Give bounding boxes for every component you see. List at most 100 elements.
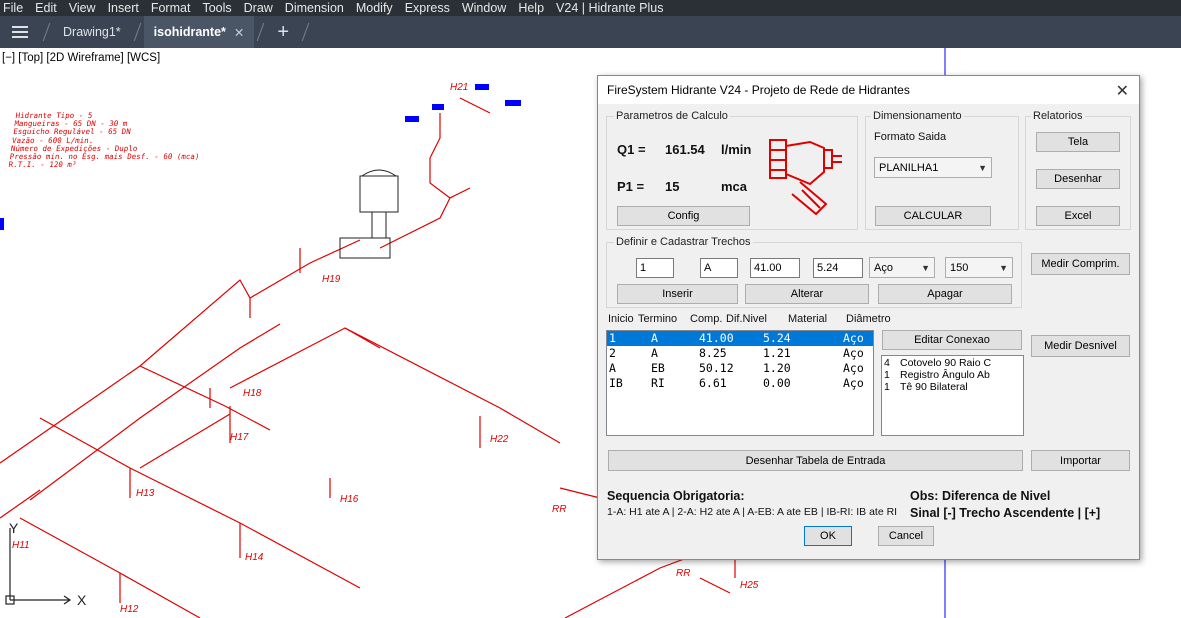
p1-value: 15 xyxy=(665,179,680,194)
menu-modify[interactable]: Modify xyxy=(350,0,399,16)
node-label-h19: H19 xyxy=(322,274,341,285)
menu-express[interactable]: Express xyxy=(399,0,456,16)
config-button[interactable]: Config xyxy=(617,206,750,226)
dialog-title: FireSystem Hidrante V24 - Projeto de Red… xyxy=(607,83,910,97)
measure-length-button[interactable]: Medir Comprim. xyxy=(1031,253,1130,275)
dialog-title-bar[interactable]: FireSystem Hidrante V24 - Projeto de Red… xyxy=(598,76,1139,104)
col-header-termino: Termino xyxy=(638,313,678,325)
table-row[interactable]: IB RI 6.61 0.00 Aço xyxy=(607,376,873,391)
node-label-h13: H13 xyxy=(136,488,155,499)
close-tab-icon[interactable]: ✕ xyxy=(234,25,244,40)
tab-label: isohidrante* xyxy=(153,25,226,39)
diameter-value: 150 xyxy=(950,261,969,274)
hidrante-dialog: FireSystem Hidrante V24 - Projeto de Red… xyxy=(597,75,1140,560)
material-select[interactable]: Aço ▼ xyxy=(869,257,935,278)
q1-label: Q1 = xyxy=(617,142,646,157)
node-label-h12: H12 xyxy=(120,604,139,615)
list-item[interactable]: 1 Tê 90 Bilateral xyxy=(882,381,1023,393)
menu-draw[interactable]: Draw xyxy=(238,0,279,16)
document-tab-bar: Drawing1* isohidrante* ✕ + xyxy=(0,16,1181,48)
connections-list[interactable]: 4 Cotovelo 90 Raio C 1 Registro Ângulo Ab … xyxy=(881,355,1024,436)
connection-name: Tê 90 Bilateral xyxy=(900,381,968,393)
table-row[interactable]: 1 A 41.00 5.24 Aço xyxy=(607,331,873,346)
output-format-value: PLANILHA1 xyxy=(879,161,939,174)
table-row[interactable]: 2 A 8.25 1.21 Aço xyxy=(607,346,873,361)
reports-label: Relatorios xyxy=(1031,110,1085,122)
draw-input-table-button[interactable]: Desenhar Tabela de Entrada xyxy=(608,450,1023,471)
cell-material: Aço xyxy=(843,361,864,375)
node-label-h18: H18 xyxy=(243,388,262,399)
menu-insert[interactable]: Insert xyxy=(102,0,145,16)
cell-dif: 1.21 xyxy=(763,346,791,360)
new-tab-button[interactable]: + xyxy=(267,16,299,48)
insert-button[interactable]: Inserir xyxy=(617,284,738,304)
edit-connection-button[interactable]: Editar Conexao xyxy=(882,330,1022,350)
tab-drawing1[interactable]: Drawing1* xyxy=(53,16,131,48)
cell-inicio: A xyxy=(609,361,616,375)
tab-isohidrante[interactable]: isohidrante* ✕ xyxy=(143,16,255,48)
note-line: R.T.I. - 120 m³ xyxy=(7,160,77,170)
cell-termino: A xyxy=(651,346,658,360)
hydrant-spec-notes: Hidrante Tipo - 5 Mangueiras - 65 DN - 3… xyxy=(7,111,206,170)
col-header-comp: Comp. xyxy=(690,313,723,325)
tab-divider xyxy=(42,23,51,41)
menu-view[interactable]: View xyxy=(63,0,102,16)
report-screen-button[interactable]: Tela xyxy=(1036,132,1120,152)
menu-help[interactable]: Help xyxy=(512,0,550,16)
node-label-rr: RR xyxy=(676,568,691,579)
start-node-input[interactable]: 1 xyxy=(636,258,674,278)
ucs-x-label: X xyxy=(77,592,87,608)
hamburger-menu-icon[interactable] xyxy=(0,16,40,48)
cell-comp: 8.25 xyxy=(699,346,727,360)
table-row[interactable]: A EB 50.12 1.20 Aço xyxy=(607,361,873,376)
node-label-h22: H22 xyxy=(490,434,509,445)
cell-termino: EB xyxy=(651,361,665,375)
chevron-down-icon: ▼ xyxy=(921,262,930,273)
menu-format[interactable]: Format xyxy=(145,0,197,16)
output-format-select[interactable]: PLANILHA1 ▼ xyxy=(874,157,992,178)
measure-level-button[interactable]: Medir Desnivel xyxy=(1031,335,1130,357)
menu-dimension[interactable]: Dimension xyxy=(279,0,350,16)
list-item[interactable]: 1 Registro Ângulo Ab xyxy=(882,369,1023,381)
connection-qty: 1 xyxy=(884,381,890,393)
p1-label: P1 = xyxy=(617,179,645,194)
tab-label: Drawing1* xyxy=(63,25,121,39)
import-button[interactable]: Importar xyxy=(1031,450,1130,471)
report-draw-button[interactable]: Desenhar xyxy=(1036,169,1120,189)
length-input[interactable]: 41.00 xyxy=(750,258,800,278)
level-diff-input[interactable]: 5.24 xyxy=(813,258,863,278)
viewport-controls-label[interactable]: [−] [Top] [2D Wireframe] [WCS] xyxy=(2,52,160,64)
report-excel-button[interactable]: Excel xyxy=(1036,206,1120,226)
menu-tools[interactable]: Tools xyxy=(196,0,237,16)
diameter-select[interactable]: 150 ▼ xyxy=(945,257,1013,278)
connection-name: Cotovelo 90 Raio C xyxy=(900,357,992,369)
menu-hidrante-plus[interactable]: V24 | Hidrante Plus xyxy=(550,0,669,16)
menu-file[interactable]: File xyxy=(0,0,29,16)
cell-comp: 41.00 xyxy=(699,331,734,345)
calc-params-label: Parametros de Calculo xyxy=(614,110,730,122)
cell-dif: 1.20 xyxy=(763,361,791,375)
cell-dif: 0.00 xyxy=(763,376,791,390)
tab-divider xyxy=(257,23,265,41)
sections-list[interactable]: 1 A 41.00 5.24 Aço 2 A 8.25 1.21 Aço A E… xyxy=(606,330,874,436)
ok-button[interactable]: OK xyxy=(804,526,852,546)
calculate-button[interactable]: CALCULAR xyxy=(875,206,991,226)
define-sections-label: Definir e Cadastrar Trechos xyxy=(614,236,753,248)
menu-window[interactable]: Window xyxy=(456,0,512,16)
col-header-inicio: Inicio xyxy=(608,313,634,325)
end-node-input[interactable]: A xyxy=(700,258,738,278)
connection-qty: 4 xyxy=(884,357,890,369)
q1-value: 161.54 xyxy=(665,142,705,157)
alter-button[interactable]: Alterar xyxy=(745,284,869,304)
node-label-h17: H17 xyxy=(230,432,249,443)
delete-button[interactable]: Apagar xyxy=(878,284,1012,304)
menu-edit[interactable]: Edit xyxy=(29,0,63,16)
close-icon[interactable]: ✕ xyxy=(1116,81,1129,101)
cell-material: Aço xyxy=(843,346,864,360)
list-item[interactable]: 4 Cotovelo 90 Raio C xyxy=(882,357,1023,369)
cancel-button[interactable]: Cancel xyxy=(878,526,934,546)
col-header-diametro: Diâmetro xyxy=(846,313,891,325)
node-label-h25: H25 xyxy=(740,580,759,591)
node-label-rr: RR xyxy=(552,504,567,515)
q1-unit: l/min xyxy=(721,142,752,157)
